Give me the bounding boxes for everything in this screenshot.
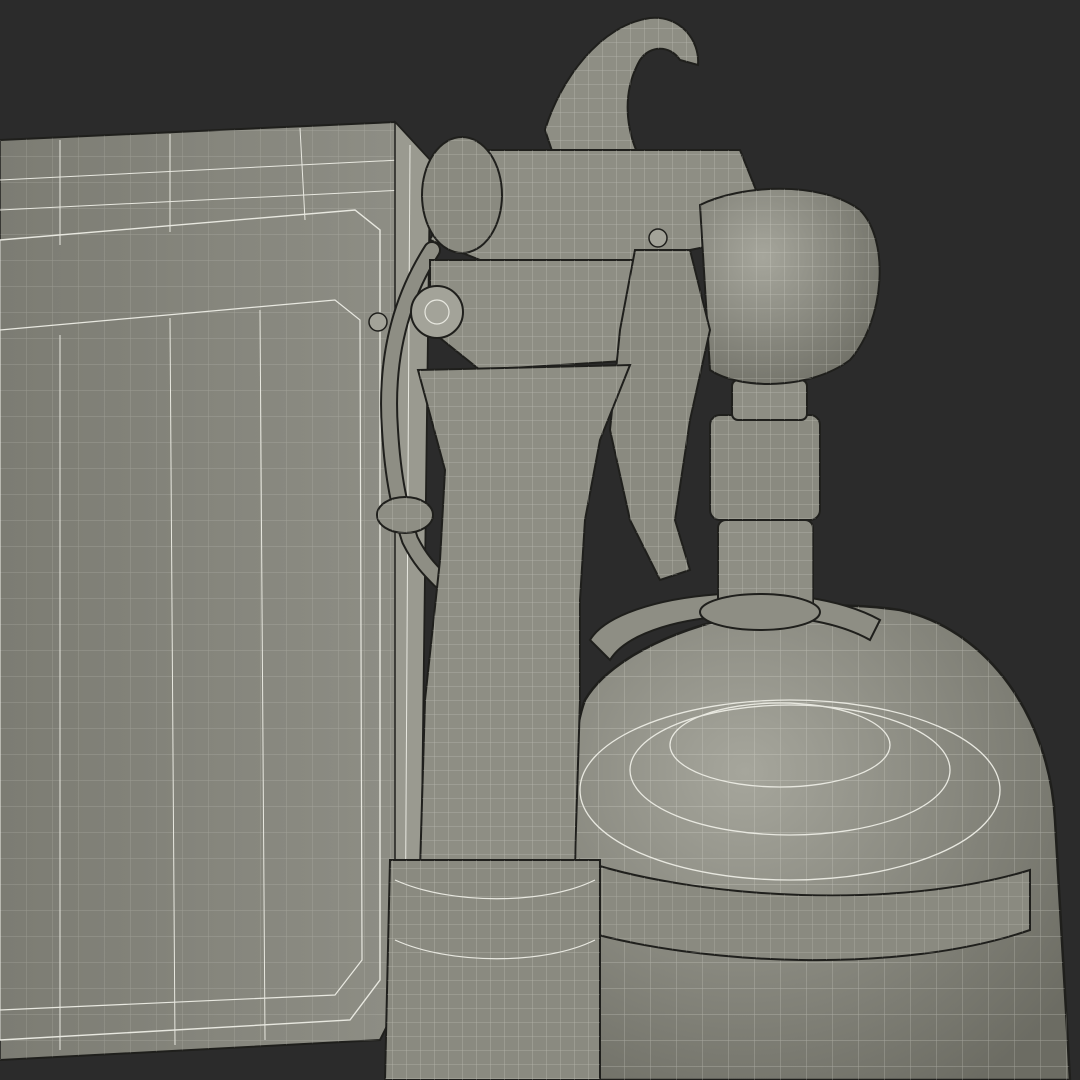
wireframe-render (0, 0, 1080, 1080)
fluid-connector (699, 379, 821, 631)
compressor-housing (0, 120, 432, 1062)
render-viewport (0, 0, 1080, 1080)
paint-container (568, 592, 1072, 1080)
